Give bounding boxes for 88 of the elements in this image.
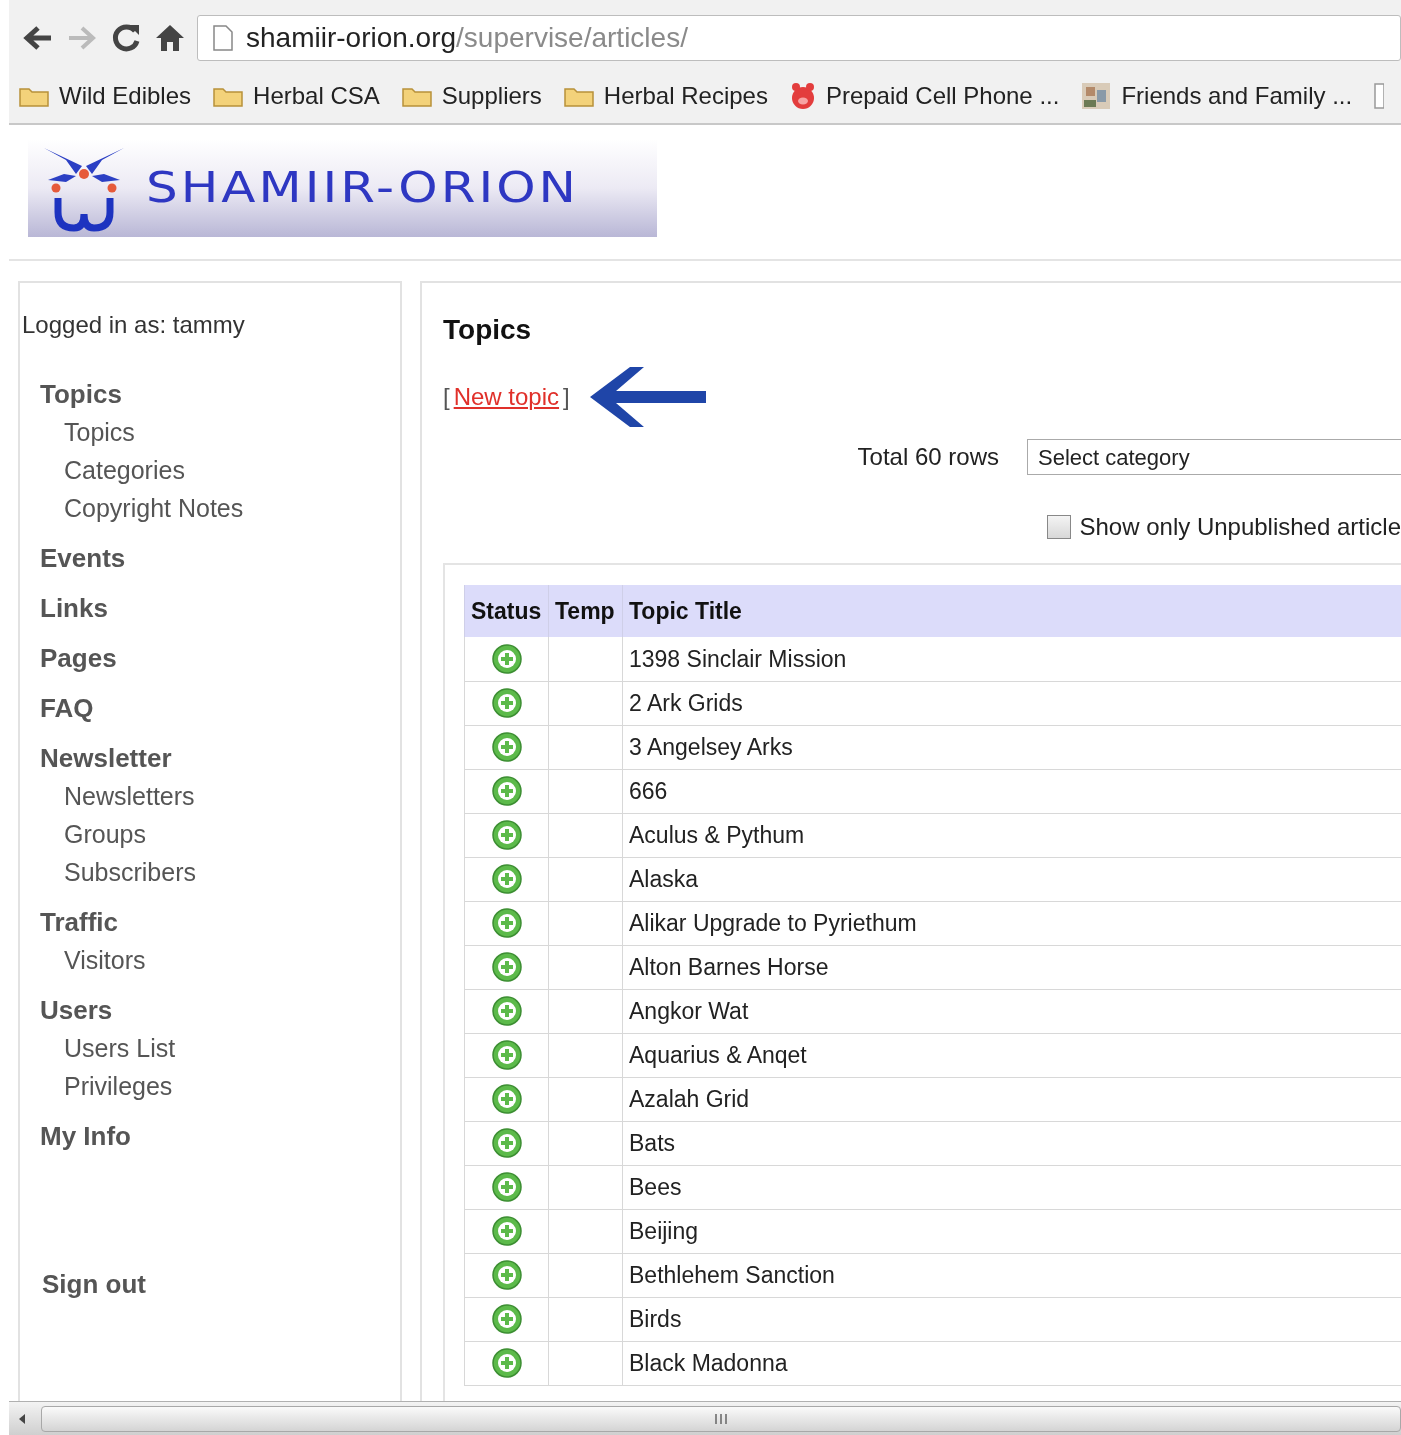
sidebar-item[interactable]: Users List — [64, 1029, 176, 1067]
plus-circle-icon — [491, 776, 522, 806]
table-cell: Alaska — [622, 857, 1401, 901]
plus-circle-icon — [491, 996, 522, 1026]
page-icon — [212, 24, 234, 52]
bracket: [ — [443, 382, 450, 412]
scroll-left-icon[interactable] — [17, 1412, 27, 1425]
address-bar[interactable]: shamiir-orion.org/supervise/articles/ — [197, 15, 1401, 61]
horizontal-scrollbar[interactable] — [9, 1401, 1401, 1435]
plus-circle-icon — [491, 864, 522, 894]
folder-icon — [213, 85, 244, 107]
bookmark[interactable]: Wild Edibles — [19, 78, 192, 114]
bookmark[interactable]: Suppliers — [401, 78, 542, 114]
table-cell: Alton Barnes Horse — [622, 945, 1401, 989]
sidebar-item[interactable]: Newsletters — [64, 777, 195, 815]
sidebar-item[interactable]: Privileges — [64, 1067, 173, 1105]
table-cell: Beijing — [622, 1209, 1401, 1253]
bookmark[interactable]: Friends and Family ... — [1081, 78, 1353, 114]
plus-circle-icon — [491, 732, 522, 762]
folder-icon — [19, 85, 49, 107]
plus-circle-icon — [491, 1304, 522, 1334]
sidebar-section-link[interactable]: FAQ — [40, 689, 94, 727]
new-topic-link[interactable]: New topic — [453, 379, 560, 415]
table-cell: Bats — [622, 1121, 1401, 1165]
plus-circle-icon — [491, 688, 522, 718]
address-url: shamiir-orion.org/supervise/articles/ — [246, 21, 688, 55]
column-header: Topic Title — [622, 585, 1401, 637]
table-cell: Bees — [622, 1165, 1401, 1209]
table-cell: 3 Angelsey Arks — [622, 725, 1401, 769]
plus-circle-icon — [491, 1084, 522, 1114]
sidebar-item[interactable]: Copyright Notes — [64, 489, 244, 527]
unpublished-checkbox[interactable] — [1047, 515, 1072, 539]
sidebar-section-link[interactable]: Links — [40, 589, 108, 627]
bracket: ] — [563, 382, 570, 412]
table-cell: Black Madonna — [622, 1341, 1401, 1385]
table-cell: Birds — [622, 1297, 1401, 1341]
sidebar-section-link[interactable]: My Info — [40, 1117, 131, 1155]
plus-circle-icon — [491, 820, 522, 850]
sidebar-item[interactable]: Groups — [64, 815, 146, 853]
table-cell: 2 Ark Grids — [622, 681, 1401, 725]
category-select[interactable]: Select category — [1027, 439, 1401, 475]
sidebar-item[interactable]: Topics — [64, 413, 135, 451]
table-cell: Azalah Grid — [622, 1077, 1401, 1121]
plus-circle-icon — [491, 1216, 522, 1246]
table-cell: Alikar Upgrade to Pyriethum — [622, 901, 1401, 945]
sidebar-section-link[interactable]: Pages — [40, 639, 117, 677]
table-cell: Aquarius & Anqet — [622, 1033, 1401, 1077]
sidebar-item[interactable]: Categories — [64, 451, 185, 489]
sign-out-link[interactable]: Sign out — [42, 1265, 146, 1304]
bookmark[interactable]: Herbal Recipes — [563, 78, 768, 114]
sidebar-section-link[interactable]: Events — [40, 539, 126, 577]
left-arrow-icon — [589, 365, 708, 429]
logged-in-text: Logged in as: tammy — [22, 310, 246, 340]
plus-circle-icon — [491, 1128, 522, 1158]
sidebar-section-link[interactable]: Topics — [40, 375, 122, 413]
plus-circle-icon — [491, 908, 522, 938]
page-icon — [1374, 82, 1385, 110]
total-rows-text: Total 60 rows — [857, 442, 999, 472]
table-cell: Angkor Wat — [622, 989, 1401, 1033]
plus-circle-icon — [491, 952, 522, 982]
grip-icon — [714, 1412, 728, 1425]
bookmark[interactable] — [1374, 82, 1385, 110]
page-title: Topics — [443, 313, 533, 347]
sidebar-section-link[interactable]: Traffic — [40, 903, 119, 941]
photo-icon — [1081, 82, 1112, 110]
table-cell: Bethlehem Sanction — [622, 1253, 1401, 1297]
bookmark[interactable]: Prepaid Cell Phone ... — [789, 78, 1060, 114]
column-header: Status — [464, 585, 549, 637]
pig-icon — [789, 81, 816, 111]
plus-circle-icon — [491, 643, 522, 674]
table-cell: 1398 Sinclair Mission — [622, 637, 1401, 681]
folder-icon — [401, 85, 432, 107]
sidebar-item[interactable]: Visitors — [64, 941, 146, 979]
scrollbar-thumb[interactable] — [41, 1405, 1401, 1432]
plus-circle-icon — [491, 1260, 522, 1290]
folder-icon — [563, 85, 594, 107]
sidebar-section-link[interactable]: Newsletter — [40, 739, 172, 777]
unpublished-label: Show only Unpublished article — [1079, 512, 1401, 542]
column-header: Temp — [548, 585, 623, 637]
bookmark[interactable]: Herbal CSA — [213, 78, 380, 114]
plus-circle-icon — [491, 1348, 522, 1378]
plus-circle-icon — [491, 1172, 522, 1202]
logo-wordmark: SHAMIIR-ORION — [146, 166, 579, 210]
table-cell: 666 — [622, 769, 1401, 813]
plus-circle-icon — [491, 1040, 522, 1070]
sidebar-item[interactable]: Subscribers — [64, 853, 196, 891]
sidebar-section-link[interactable]: Users — [40, 991, 113, 1029]
table-cell: Aculus & Pythum — [622, 813, 1401, 857]
